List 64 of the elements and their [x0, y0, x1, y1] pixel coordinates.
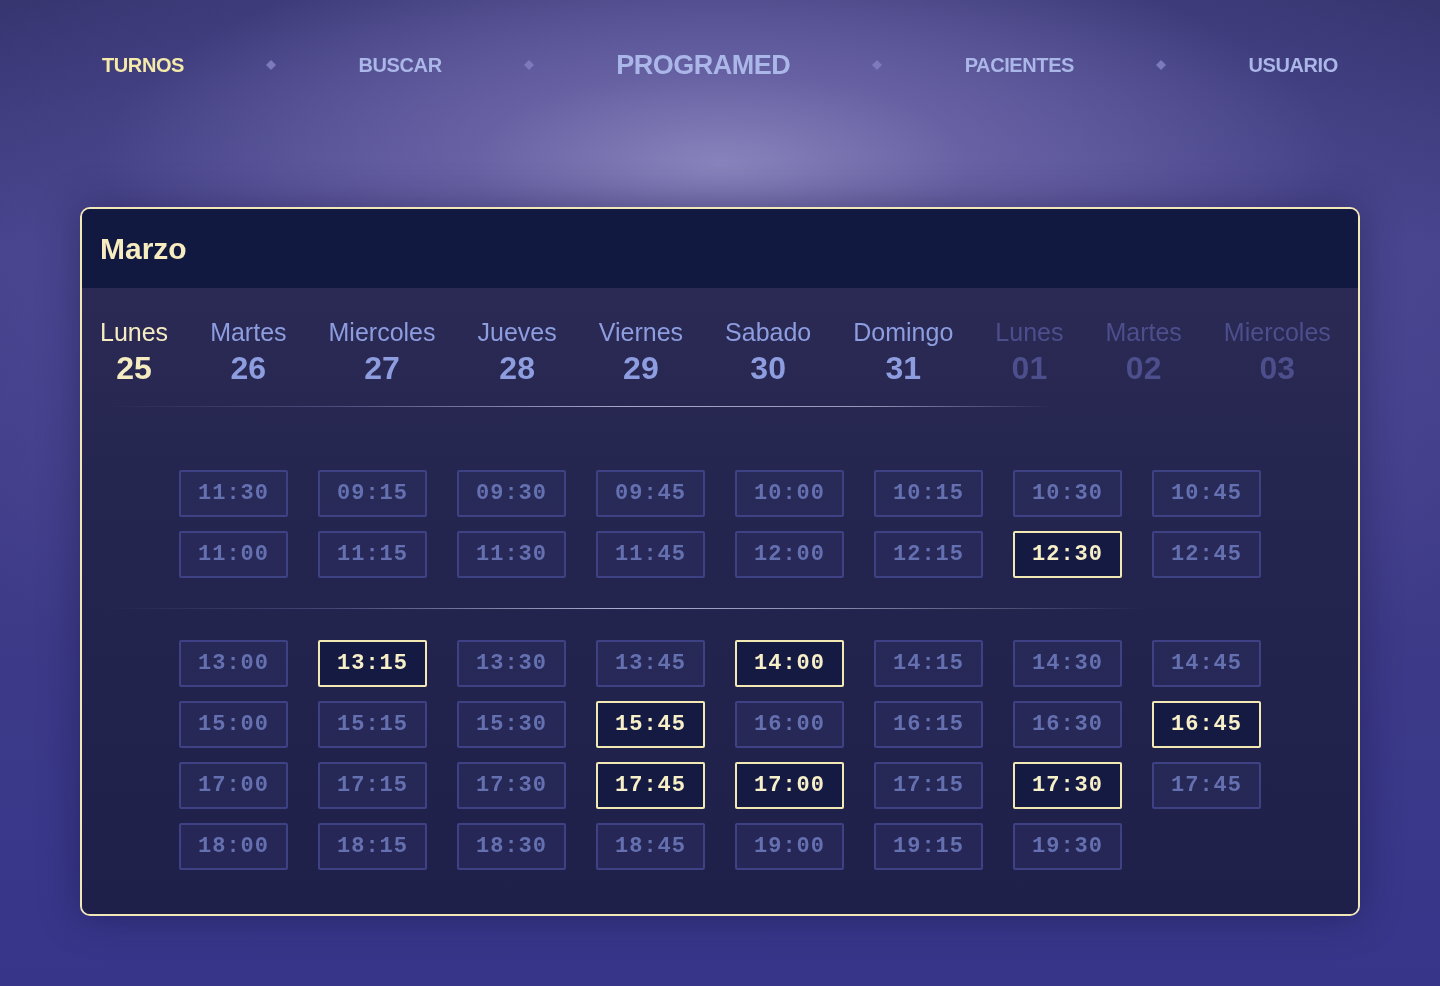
- day-tab[interactable]: Jueves 28: [477, 318, 557, 386]
- time-slot[interactable]: 10:15: [874, 470, 983, 517]
- month-title: Marzo: [100, 231, 187, 266]
- time-slot[interactable]: 17:00: [179, 762, 288, 809]
- time-slot[interactable]: 17:45: [596, 762, 705, 809]
- time-slot[interactable]: 14:30: [1013, 640, 1122, 687]
- brand-link[interactable]: PROGRAMED: [616, 49, 791, 81]
- time-slot[interactable]: 11:15: [318, 531, 427, 578]
- time-slot[interactable]: 19:15: [874, 823, 983, 870]
- day-tab[interactable]: Martes 26: [210, 318, 287, 386]
- time-slot[interactable]: 16:45: [1152, 701, 1261, 748]
- time-slot[interactable]: 09:15: [318, 470, 427, 517]
- time-slot[interactable]: 09:45: [596, 470, 705, 517]
- day-tab[interactable]: Domingo 31: [853, 318, 954, 386]
- time-slot[interactable]: 12:15: [874, 531, 983, 578]
- diamond-icon: [872, 60, 883, 70]
- time-slot[interactable]: 17:30: [1013, 762, 1122, 809]
- time-slot[interactable]: 11:00: [179, 531, 288, 578]
- time-slot[interactable]: 11:45: [596, 531, 705, 578]
- time-slot[interactable]: 17:30: [457, 762, 566, 809]
- time-slot[interactable]: 10:00: [735, 470, 844, 517]
- time-slot[interactable]: 18:45: [596, 823, 705, 870]
- time-slot[interactable]: 12:45: [1152, 531, 1261, 578]
- time-slot[interactable]: 10:30: [1013, 470, 1122, 517]
- time-slot[interactable]: 09:30: [457, 470, 566, 517]
- time-slot[interactable]: 14:00: [735, 640, 844, 687]
- time-slot[interactable]: 15:00: [179, 701, 288, 748]
- diamond-icon: [523, 60, 534, 70]
- time-slot[interactable]: 15:30: [457, 701, 566, 748]
- nav-link[interactable]: TURNOS: [102, 53, 185, 77]
- nav-link[interactable]: BUSCAR: [358, 53, 442, 77]
- time-slot[interactable]: 18:00: [179, 823, 288, 870]
- time-slot[interactable]: 12:30: [1013, 531, 1122, 578]
- time-slot[interactable]: 18:30: [457, 823, 566, 870]
- time-slot[interactable]: 10:45: [1152, 470, 1261, 517]
- time-slot[interactable]: 19:00: [735, 823, 844, 870]
- time-slot[interactable]: 17:15: [318, 762, 427, 809]
- day-tab[interactable]: Miercoles 27: [328, 318, 436, 386]
- time-slot[interactable]: 11:30: [457, 531, 566, 578]
- time-slot[interactable]: 19:30: [1013, 823, 1122, 870]
- diamond-icon: [266, 60, 277, 70]
- nav-link[interactable]: USUARIO: [1248, 53, 1338, 77]
- time-slot[interactable]: 14:15: [874, 640, 983, 687]
- time-slot[interactable]: 17:15: [874, 762, 983, 809]
- nav-link[interactable]: PACIENTES: [964, 53, 1075, 77]
- time-slot[interactable]: 15:15: [318, 701, 427, 748]
- time-slot[interactable]: 11:30: [179, 470, 288, 517]
- time-slot[interactable]: 17:00: [735, 762, 844, 809]
- time-slot[interactable]: 16:30: [1013, 701, 1122, 748]
- time-slot[interactable]: 13:30: [457, 640, 566, 687]
- time-slot[interactable]: 18:15: [318, 823, 427, 870]
- day-tab[interactable]: Sabado 30: [725, 318, 812, 386]
- day-tab[interactable]: Viernes 29: [598, 318, 684, 386]
- time-slot[interactable]: 16:00: [735, 701, 844, 748]
- time-slot[interactable]: 14:45: [1152, 640, 1261, 687]
- time-slot[interactable]: 13:00: [179, 640, 288, 687]
- time-slot[interactable]: 12:00: [735, 531, 844, 578]
- time-slot[interactable]: 13:45: [596, 640, 705, 687]
- time-slot[interactable]: 17:45: [1152, 762, 1261, 809]
- time-slot[interactable]: 13:15: [318, 640, 427, 687]
- time-slot[interactable]: 16:15: [874, 701, 983, 748]
- day-tab[interactable]: Lunes 25: [100, 318, 169, 386]
- time-slot[interactable]: 15:45: [596, 701, 705, 748]
- diamond-icon: [1156, 60, 1167, 70]
